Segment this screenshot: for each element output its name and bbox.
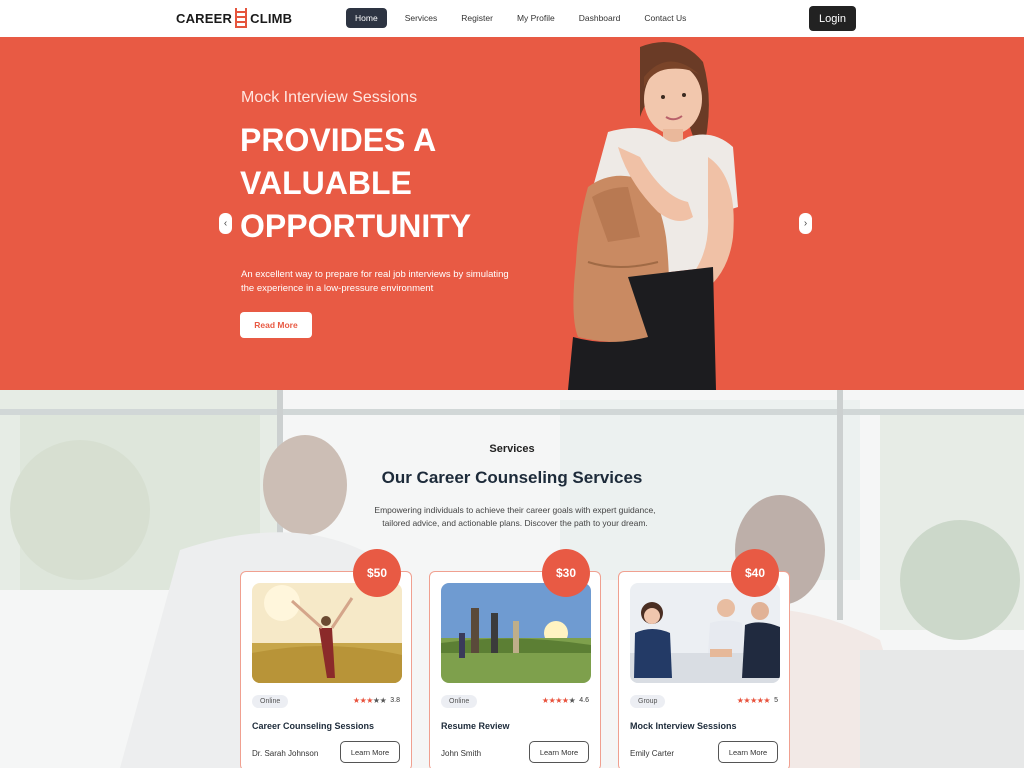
- service-author: Emily Carter: [630, 749, 675, 758]
- logo-text-career: CAREER: [176, 10, 233, 26]
- nav-register[interactable]: Register: [449, 8, 505, 28]
- star-empty-icon: ★: [568, 696, 576, 705]
- hero-person-image: [568, 42, 738, 390]
- hero-title-line: VALUABLE: [240, 165, 412, 201]
- rating-value: 3.8: [390, 697, 400, 704]
- carousel-next-icon[interactable]: ›: [799, 213, 812, 234]
- nav-home[interactable]: Home: [346, 8, 387, 28]
- login-button[interactable]: Login: [809, 6, 856, 31]
- hero-description: An excellent way to prepare for real job…: [241, 269, 509, 294]
- logo-text-climb: CLIMB: [250, 10, 293, 26]
- ladder-icon: [235, 8, 248, 28]
- rating-stars: ★★★★★ 4.6: [542, 696, 589, 705]
- services-section: Services Our Career Counseling Services …: [0, 390, 1024, 768]
- logo[interactable]: CAREER CLIMB: [176, 8, 292, 28]
- service-photo: [252, 583, 402, 683]
- nav-links: Home Services Register My Profile Dashbo…: [346, 8, 698, 28]
- mode-badge: Online: [252, 695, 289, 708]
- learn-more-button[interactable]: Learn More: [529, 741, 589, 763]
- star-icon: ★★★: [352, 696, 374, 705]
- rating-stars: ★★★★★ 5: [737, 696, 778, 705]
- hero-banner: Mock Interview Sessions PROVIDES A VALUA…: [0, 37, 1024, 390]
- service-card[interactable]: Group ★★★★★ 5 Mock Interview Sessions Em…: [618, 571, 790, 768]
- section-kicker: Services: [489, 443, 535, 455]
- service-card[interactable]: Online ★★★★★ 3.8 Career Counseling Sessi…: [240, 571, 412, 768]
- service-author: John Smith: [441, 749, 482, 758]
- carousel-prev-icon[interactable]: ‹: [219, 213, 232, 234]
- service-title[interactable]: Career Counseling Sessions: [252, 721, 374, 731]
- nav-my-profile[interactable]: My Profile: [505, 8, 567, 28]
- star-icon: ★★★★: [541, 696, 569, 705]
- hero-title-line: PROVIDES A: [240, 122, 437, 158]
- mode-badge: Online: [441, 695, 478, 708]
- service-title[interactable]: Mock Interview Sessions: [630, 721, 737, 731]
- hero-title: PROVIDES A VALUABLE OPPORTUNITY: [240, 119, 540, 248]
- rating-value: 5: [774, 697, 778, 704]
- section-description: Empowering individuals to achieve their …: [374, 505, 656, 528]
- learn-more-button[interactable]: Learn More: [718, 741, 778, 763]
- section-title: Our Career Counseling Services: [381, 468, 643, 487]
- navbar: CAREER CLIMB Home Services Register My P…: [0, 0, 1024, 37]
- star-empty-icon: ★★: [372, 696, 387, 705]
- price-badge: $50: [353, 549, 401, 597]
- nav-services[interactable]: Services: [393, 8, 450, 28]
- learn-more-button[interactable]: Learn More: [340, 741, 400, 763]
- nav-contact-us[interactable]: Contact Us: [632, 8, 698, 28]
- read-more-button[interactable]: Read More: [240, 312, 312, 338]
- price-badge: $40: [731, 549, 779, 597]
- hero-title-line: OPPORTUNITY: [240, 208, 472, 244]
- service-title[interactable]: Resume Review: [441, 721, 510, 731]
- hero-subtitle: Mock Interview Sessions: [241, 89, 418, 106]
- service-card[interactable]: Online ★★★★★ 4.6 Resume Review John Smit…: [429, 571, 601, 768]
- rating-stars: ★★★★★ 3.8: [353, 696, 400, 705]
- price-badge: $30: [542, 549, 590, 597]
- service-author: Dr. Sarah Johnson: [252, 749, 319, 758]
- service-photo: [630, 583, 780, 683]
- service-photo: [441, 583, 591, 683]
- mode-badge: Group: [630, 695, 666, 708]
- rating-value: 4.6: [579, 697, 589, 704]
- star-icon: ★★★★★: [736, 696, 771, 705]
- nav-dashboard[interactable]: Dashboard: [567, 8, 633, 28]
